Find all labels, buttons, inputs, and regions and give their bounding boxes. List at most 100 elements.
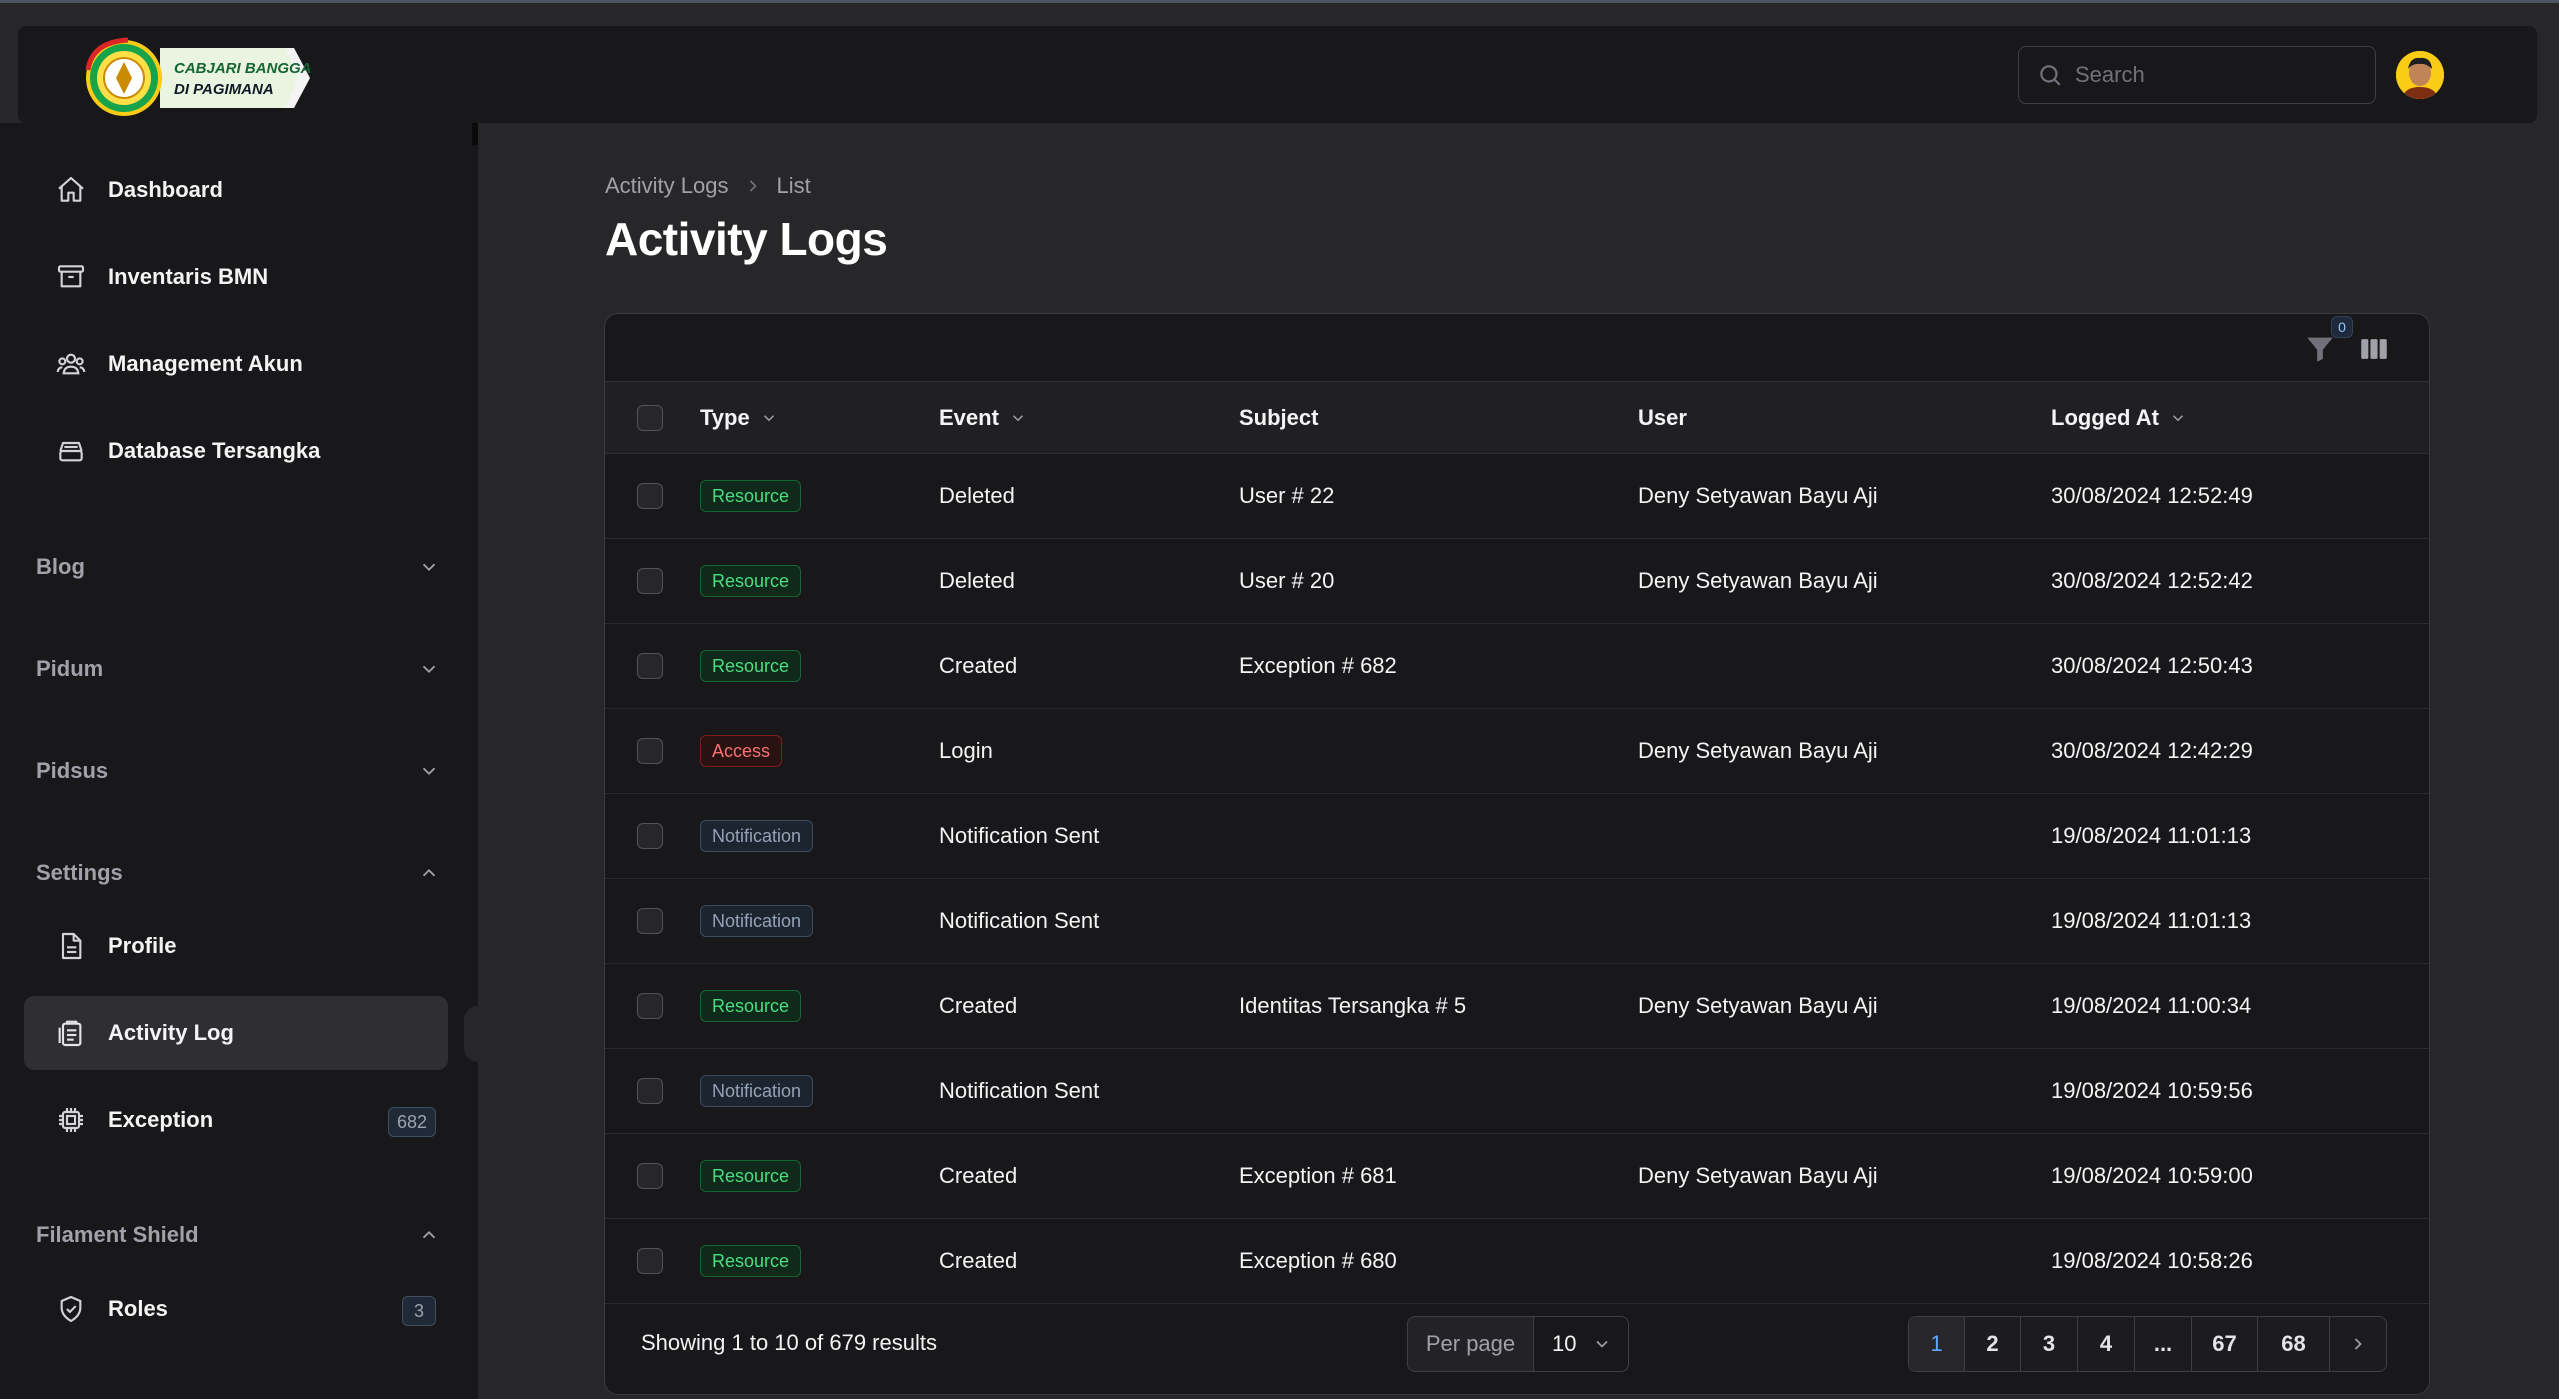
table-row[interactable]: Resource Created Exception # 681 Deny Setya… [605, 1134, 2429, 1219]
search-input[interactable] [2075, 62, 2355, 88]
row-checkbox[interactable] [637, 483, 663, 509]
brand-line2: DI PAGIMANA [174, 81, 274, 98]
column-header-event[interactable]: Event [939, 382, 1027, 453]
sidebar-item-activity-log[interactable]: Activity Log [24, 996, 448, 1070]
per-page-select[interactable]: Per page 10 [1407, 1316, 1629, 1372]
sidebar-item-exception[interactable]: Exception 682 [24, 1083, 448, 1157]
row-select-cell [637, 964, 663, 1048]
row-select-cell [637, 709, 663, 793]
page-title: Activity Logs [605, 213, 888, 265]
table-row[interactable]: Resource Created Identitas Tersangka # 5 De… [605, 964, 2429, 1049]
table-row[interactable]: Resource Created Exception # 680 19/08/2024… [605, 1219, 2429, 1304]
next-page-button[interactable] [2330, 1317, 2386, 1371]
sidebar-group-pidum[interactable]: Pidum [36, 649, 436, 689]
row-checkbox[interactable] [637, 908, 663, 934]
type-badge: Resource [700, 1245, 802, 1277]
per-page-value-box[interactable]: 10 [1534, 1331, 1628, 1357]
row-checkbox[interactable] [637, 1163, 663, 1189]
type-badge: Access [700, 735, 783, 767]
brand-logo[interactable]: CABJARI BANGGAI DI PAGIMANA [82, 34, 317, 122]
search-icon [2040, 65, 2061, 86]
row-checkbox[interactable] [637, 1078, 663, 1104]
chevron-right-icon [2354, 1338, 2362, 1350]
select-all-checkbox[interactable] [637, 404, 663, 431]
table-row[interactable]: Resource Deleted User # 20 Deny Setyawan Ba… [605, 539, 2429, 624]
type-cell: Resource [700, 1219, 802, 1303]
table-row[interactable]: Notification Notification Sent 19/08/2024 … [605, 1049, 2429, 1134]
row-select-cell [637, 454, 663, 538]
type-cell: Notification [700, 794, 814, 878]
sidebar-group-blog[interactable]: Blog [36, 547, 436, 587]
type-cell: Access [700, 709, 783, 793]
user-cell: Deny Setyawan Bayu Aji [1638, 483, 1878, 508]
sidebar-item-management-akun[interactable]: Management Akun [24, 327, 448, 401]
column-header-logged-at[interactable]: Logged At [2051, 382, 2187, 453]
columns-toggle-icon[interactable] [2357, 332, 2391, 366]
per-page-value: 10 [1552, 1331, 1577, 1356]
row-select-cell [637, 879, 663, 963]
row-checkbox[interactable] [637, 738, 663, 764]
activity-log-table: 0 Type Event Subject User Logged At Reso… [604, 313, 2430, 1395]
row-select-cell [637, 539, 663, 623]
row-select-cell [637, 794, 663, 878]
sidebar-item-profile[interactable]: Profile [24, 909, 448, 983]
page-button[interactable]: 68 [2258, 1317, 2330, 1371]
page-button[interactable]: 2 [1965, 1317, 2021, 1371]
page-button[interactable]: 3 [2021, 1317, 2078, 1371]
page-button[interactable]: 67 [2192, 1317, 2258, 1371]
table-row[interactable]: Resource Created Exception # 682 30/08/2024… [605, 624, 2429, 709]
sidebar-collapse-handle[interactable] [464, 1006, 478, 1062]
search-box[interactable] [2018, 46, 2376, 104]
table-row[interactable]: Resource Deleted User # 22 Deny Setyawan Ba… [605, 454, 2429, 539]
sidebar-group-pidsus[interactable]: Pidsus [36, 751, 436, 791]
sidebar-item-label: Exception [108, 1107, 214, 1132]
event-cell: Created [939, 993, 1018, 1018]
row-select-cell [637, 1134, 663, 1218]
logged-at-cell: 19/08/2024 11:01:13 [2051, 908, 2252, 933]
archive-icon [54, 260, 88, 294]
sidebar-item-roles[interactable]: Roles 3 [24, 1272, 448, 1346]
sidebar-item-label: Activity Log [108, 1020, 234, 1045]
page-button[interactable]: 1 [1909, 1317, 1965, 1371]
type-cell: Resource [700, 1134, 802, 1218]
brand-line1: CABJARI BANGGAI [174, 60, 312, 77]
chevron-down-icon [1596, 1340, 1608, 1348]
sidebar-item-database-tersangka[interactable]: Database Tersangka [24, 414, 448, 488]
sidebar-group-label: Filament Shield [36, 1222, 199, 1247]
table-row[interactable]: Notification Notification Sent 19/08/2024 … [605, 794, 2429, 879]
sidebar-group-label: Blog [36, 554, 85, 579]
sidebar-group-settings[interactable]: Settings [36, 853, 436, 893]
sidebar-item-dashboard[interactable]: Dashboard [24, 153, 448, 227]
logo-emblem-icon: CABJARI BANGGAI DI PAGIMANA [85, 37, 317, 116]
per-page-label: Per page [1408, 1317, 1534, 1371]
type-cell: Notification [700, 1049, 814, 1133]
table-row[interactable]: Access Login Deny Setyawan Bayu Aji 30/08/2… [605, 709, 2429, 794]
column-header-label: Subject [1239, 404, 1319, 430]
table-row[interactable]: Notification Notification Sent 19/08/2024 … [605, 879, 2429, 964]
chevron-right-icon [749, 180, 757, 192]
row-checkbox[interactable] [637, 823, 663, 849]
sidebar-edge [472, 123, 478, 145]
database-icon [54, 434, 88, 468]
logged-at-cell: 30/08/2024 12:52:42 [2051, 568, 2253, 593]
breadcrumb-link-activity-logs[interactable]: Activity Logs [605, 173, 729, 199]
sidebar-item-label: Database Tersangka [108, 438, 321, 463]
window-top-border [0, 0, 2559, 3]
sidebar-item-inventaris-bmn[interactable]: Inventaris BMN [24, 240, 448, 314]
sidebar-item-label: Profile [108, 933, 177, 958]
type-badge: Resource [700, 990, 802, 1022]
sidebar-group-filament-shield[interactable]: Filament Shield [36, 1215, 436, 1255]
row-checkbox[interactable] [637, 653, 663, 679]
logged-at-cell: 30/08/2024 12:50:43 [2051, 653, 2253, 678]
user-avatar[interactable] [2396, 51, 2444, 99]
filter-icon[interactable] [2303, 332, 2337, 366]
row-checkbox[interactable] [637, 568, 663, 594]
sidebar-group-label: Pidum [36, 656, 104, 681]
row-checkbox[interactable] [637, 993, 663, 1019]
column-header-user: User [1638, 382, 1687, 453]
row-checkbox[interactable] [637, 1248, 663, 1274]
event-cell: Deleted [939, 568, 1015, 593]
column-header-type[interactable]: Type [700, 382, 778, 453]
page-button[interactable]: 4 [2078, 1317, 2135, 1371]
sidebar-item-label: Dashboard [108, 177, 223, 202]
